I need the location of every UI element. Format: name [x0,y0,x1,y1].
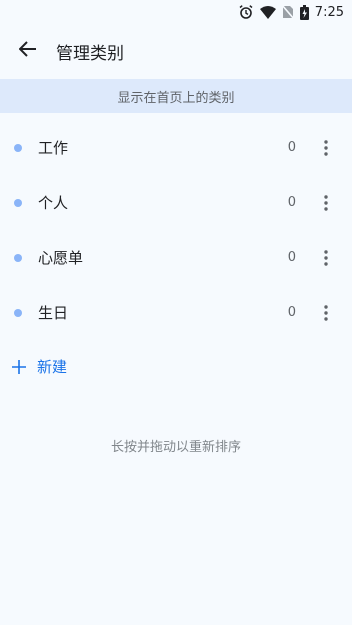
category-name: 心愿单 [38,249,84,267]
section-header: 显示在首页上的类别 [0,79,352,113]
more-vert-icon[interactable] [318,191,334,215]
category-count: 0 [287,305,296,320]
battery-charging-icon [299,4,309,20]
category-row-personal[interactable]: 个人 0 [0,175,352,230]
new-category-button[interactable]: 新建 [0,340,67,392]
no-sim-icon [281,5,294,19]
more-vert-icon[interactable] [318,136,334,160]
more-vert-icon[interactable] [318,301,334,325]
wifi-icon [259,5,276,19]
category-dot [14,198,22,207]
more-vert-icon[interactable] [318,246,334,270]
plus-icon [12,359,26,374]
arrow-back-icon [18,40,37,62]
category-dot [14,143,22,152]
new-category-label: 新建 [37,357,68,376]
category-name: 生日 [38,304,69,322]
status-time: 7:25 [314,4,344,20]
category-count: 0 [287,195,296,210]
category-count: 0 [287,250,296,265]
category-name: 工作 [38,139,69,157]
alarm-icon [238,4,254,20]
category-dot [14,253,22,262]
page-title: 管理类别 [56,43,124,64]
app-bar: 管理类别 [0,24,352,78]
category-name: 个人 [38,194,69,212]
category-row-birthday[interactable]: 生日 0 [0,285,352,340]
back-button[interactable] [16,39,40,63]
category-dot [14,308,22,317]
reorder-hint: 长按并拖动以重新排序 [110,440,241,455]
category-row-work[interactable]: 工作 0 [0,120,352,175]
category-list: 工作 0 个人 0 心愿单 0 生日 0 [0,120,352,340]
category-row-wishlist[interactable]: 心愿单 0 [0,230,352,285]
category-count: 0 [287,140,296,155]
status-bar: 7:25 [0,0,352,24]
